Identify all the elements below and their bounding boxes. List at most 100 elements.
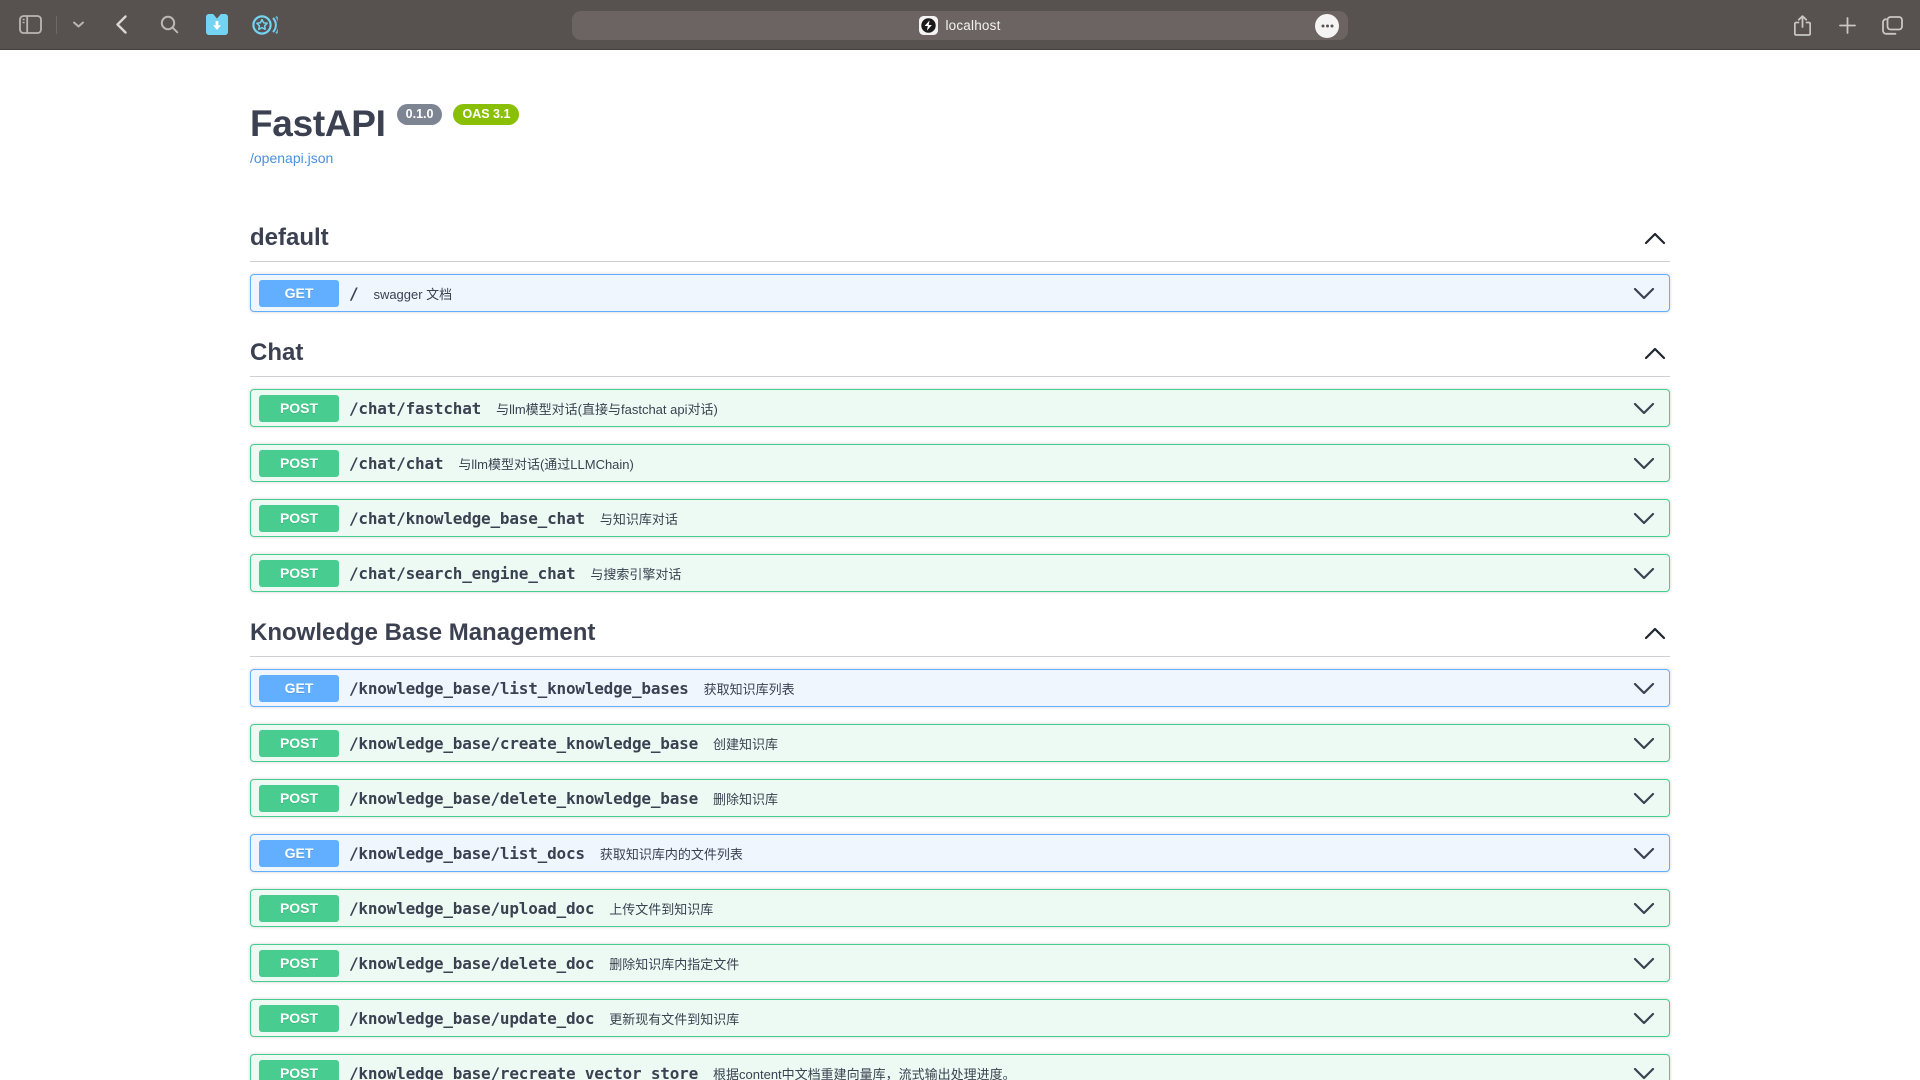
endpoint-row[interactable]: POST /knowledge_base/create_knowledge_ba…: [250, 724, 1670, 762]
method-badge: POST: [259, 730, 339, 757]
chevron-down-icon: [1633, 957, 1655, 970]
section-endpoints: GET /knowledge_base/list_knowledge_bases…: [250, 657, 1670, 1080]
method-badge: POST: [259, 560, 339, 587]
endpoint-path: /chat/chat: [349, 454, 443, 473]
expand-endpoint-button[interactable]: [1633, 847, 1655, 860]
endpoint-row[interactable]: POST /chat/search_engine_chat 与搜索引擎对话: [250, 554, 1670, 592]
endpoint-path: /knowledge_base/list_docs: [349, 844, 585, 863]
endpoint-row[interactable]: POST /chat/chat 与llm模型对话(通过LLMChain): [250, 444, 1670, 482]
expand-endpoint-button[interactable]: [1633, 567, 1655, 580]
endpoint-description: 创建知识库: [713, 734, 778, 753]
endpoint-row[interactable]: POST /chat/knowledge_base_chat 与知识库对话: [250, 499, 1670, 537]
toolbar-left-group: [16, 11, 279, 39]
address-bar[interactable]: localhost: [572, 11, 1348, 40]
endpoint-description: 与llm模型对话(通过LLMChain): [458, 454, 634, 473]
site-favicon: [919, 16, 938, 35]
endpoint-description: 与llm模型对话(直接与fastchat api对话): [496, 399, 718, 418]
url-text: localhost: [945, 18, 1000, 33]
endpoint-description: 更新现有文件到知识库: [609, 1009, 739, 1028]
collapse-section-button[interactable]: [1640, 232, 1670, 245]
search-icon[interactable]: [155, 11, 183, 39]
chevron-up-icon: [1644, 627, 1666, 640]
swagger-page: FastAPI 0.1.0 OAS 3.1 /openapi.json defa…: [250, 103, 1670, 1080]
chevron-down-icon: [1633, 457, 1655, 470]
section-title: Knowledge Base Management: [250, 619, 595, 647]
chevron-down-icon: [1633, 287, 1655, 300]
method-badge: POST: [259, 505, 339, 532]
expand-endpoint-button[interactable]: [1633, 792, 1655, 805]
expand-endpoint-button[interactable]: [1633, 682, 1655, 695]
endpoint-row[interactable]: GET /knowledge_base/list_docs 获取知识库内的文件列…: [250, 834, 1670, 872]
expand-endpoint-button[interactable]: [1633, 287, 1655, 300]
extension-live-icon[interactable]: [251, 11, 279, 39]
chevron-down-icon: [1633, 1012, 1655, 1025]
expand-endpoint-button[interactable]: [1633, 737, 1655, 750]
expand-endpoint-button[interactable]: [1633, 402, 1655, 415]
chevron-down-icon: [1633, 1067, 1655, 1080]
sidebar-toggle-icon[interactable]: [16, 11, 44, 39]
section-title: Chat: [250, 339, 303, 367]
section-endpoints: GET / swagger 文档: [250, 262, 1670, 312]
tab-overview-icon[interactable]: [1878, 11, 1906, 39]
back-icon[interactable]: [107, 11, 135, 39]
chevron-down-icon: [1633, 902, 1655, 915]
endpoint-description: 获取知识库列表: [704, 679, 795, 698]
expand-endpoint-button[interactable]: [1633, 1067, 1655, 1080]
endpoint-description: swagger 文档: [373, 284, 452, 303]
collapse-section-button[interactable]: [1640, 627, 1670, 640]
endpoint-path: /chat/fastchat: [349, 399, 481, 418]
endpoint-row[interactable]: POST /knowledge_base/upload_doc 上传文件到知识库: [250, 889, 1670, 927]
method-badge: GET: [259, 675, 339, 702]
endpoint-description: 与搜索引擎对话: [590, 564, 681, 583]
endpoint-path: /knowledge_base/delete_knowledge_base: [349, 789, 698, 808]
collapse-section-button[interactable]: [1640, 347, 1670, 360]
version-badge: 0.1.0: [397, 104, 443, 125]
openapi-spec-link[interactable]: /openapi.json: [250, 150, 333, 166]
endpoint-row[interactable]: POST /chat/fastchat 与llm模型对话(直接与fastchat…: [250, 389, 1670, 427]
endpoint-row[interactable]: POST /knowledge_base/delete_doc 删除知识库内指定…: [250, 944, 1670, 982]
page-title: FastAPI: [250, 103, 386, 145]
endpoint-row[interactable]: GET /knowledge_base/list_knowledge_bases…: [250, 669, 1670, 707]
toolbar-right-group: [1788, 0, 1906, 50]
endpoint-description: 上传文件到知识库: [609, 899, 713, 918]
method-badge: POST: [259, 950, 339, 977]
endpoint-path: /chat/knowledge_base_chat: [349, 509, 585, 528]
new-tab-plus-icon[interactable]: [1833, 11, 1861, 39]
endpoint-row[interactable]: GET / swagger 文档: [250, 274, 1670, 312]
section-header[interactable]: default: [250, 214, 1670, 262]
chevron-down-icon: [1633, 512, 1655, 525]
endpoint-path: /knowledge_base/delete_doc: [349, 954, 594, 973]
method-badge: POST: [259, 785, 339, 812]
endpoint-path: /knowledge_base/list_knowledge_bases: [349, 679, 689, 698]
endpoint-row[interactable]: POST /knowledge_base/delete_knowledge_ba…: [250, 779, 1670, 817]
section-endpoints: POST /chat/fastchat 与llm模型对话(直接与fastchat…: [250, 377, 1670, 592]
endpoint-path: /chat/search_engine_chat: [349, 564, 575, 583]
method-badge: GET: [259, 840, 339, 867]
expand-endpoint-button[interactable]: [1633, 957, 1655, 970]
api-info: FastAPI 0.1.0 OAS 3.1 /openapi.json: [250, 103, 1670, 168]
api-sections: default GET / swagger 文档 Chat POST /chat…: [250, 214, 1670, 1080]
endpoint-description: 删除知识库: [713, 789, 778, 808]
expand-endpoint-button[interactable]: [1633, 902, 1655, 915]
expand-endpoint-button[interactable]: [1633, 1012, 1655, 1025]
endpoint-path: /knowledge_base/update_doc: [349, 1009, 594, 1028]
section-header[interactable]: Knowledge Base Management: [250, 609, 1670, 657]
section-title: default: [250, 224, 329, 252]
expand-endpoint-button[interactable]: [1633, 512, 1655, 525]
chevron-down-icon: [1633, 402, 1655, 415]
expand-endpoint-button[interactable]: [1633, 457, 1655, 470]
extension-bookmark-icon[interactable]: [203, 11, 231, 39]
chevron-down-icon: [1633, 792, 1655, 805]
share-icon[interactable]: [1788, 11, 1816, 39]
oas-badge: OAS 3.1: [453, 104, 519, 125]
ellipsis-icon[interactable]: [1315, 14, 1339, 38]
api-section: default GET / swagger 文档: [250, 214, 1670, 312]
section-header[interactable]: Chat: [250, 329, 1670, 377]
endpoint-path: /knowledge_base/create_knowledge_base: [349, 734, 698, 753]
endpoint-row[interactable]: POST /knowledge_base/update_doc 更新现有文件到知…: [250, 999, 1670, 1037]
method-badge: POST: [259, 450, 339, 477]
method-badge: POST: [259, 1060, 339, 1080]
endpoint-row[interactable]: POST /knowledge_base/recreate_vector_sto…: [250, 1054, 1670, 1080]
chevron-down-icon: [1633, 682, 1655, 695]
sidebar-chevron-down-icon[interactable]: [69, 11, 87, 39]
